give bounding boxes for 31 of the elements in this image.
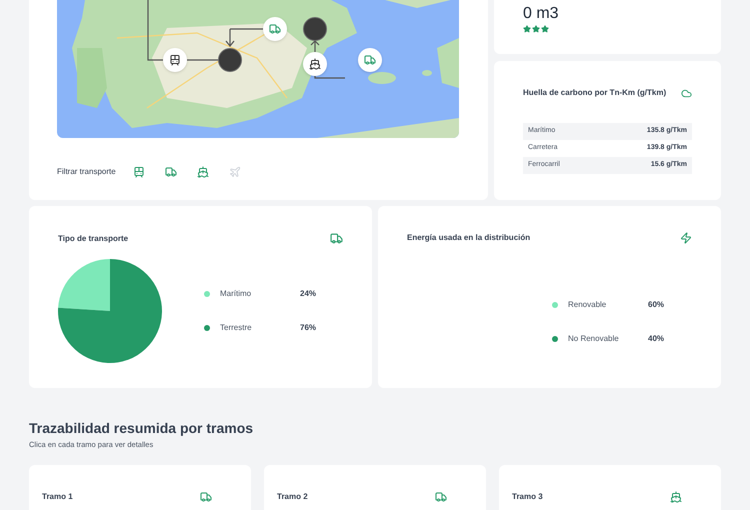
plane-icon — [228, 166, 241, 178]
truck-icon — [200, 491, 212, 504]
volume-value: 0 m3 — [523, 5, 560, 23]
truck-icon — [435, 491, 447, 504]
legend-label: Marítimo — [220, 288, 252, 300]
legend-value: 24% — [300, 288, 316, 300]
train-icon — [132, 166, 145, 178]
card-title: Energía usada en la distribución — [407, 232, 530, 244]
lightning-icon — [680, 232, 692, 244]
ship-icon — [670, 491, 682, 504]
filter-label: Filtrar transporte — [57, 166, 116, 178]
ship-icon — [196, 166, 209, 178]
legend-label: Terrestre — [220, 322, 253, 334]
card-title: Huella de carbono por Tn-Km (g/Tkm) — [523, 87, 666, 99]
legend-value: 40% — [648, 333, 664, 345]
ship-icon — [309, 58, 321, 70]
tramo-card[interactable]: Tramo 1 — [29, 465, 251, 510]
tramo-card[interactable]: Tramo 3 — [499, 465, 721, 510]
legend-value: 76% — [300, 322, 316, 334]
truck-icon — [330, 232, 343, 245]
card-title: Tipo de transporte — [58, 232, 128, 244]
truck-icon — [269, 23, 281, 35]
truck-icon — [364, 54, 376, 66]
legend-label: Renovable — [568, 299, 608, 311]
legend-value: 60% — [648, 299, 664, 311]
legend-label: No Renovable — [568, 333, 620, 345]
cloud-icon — [681, 88, 692, 98]
train-icon — [169, 54, 181, 66]
truck-icon — [164, 166, 177, 178]
tramo-card[interactable]: Tramo 2 — [264, 465, 486, 510]
section-title: Trazabilidad resumida por tramos — [29, 420, 254, 436]
